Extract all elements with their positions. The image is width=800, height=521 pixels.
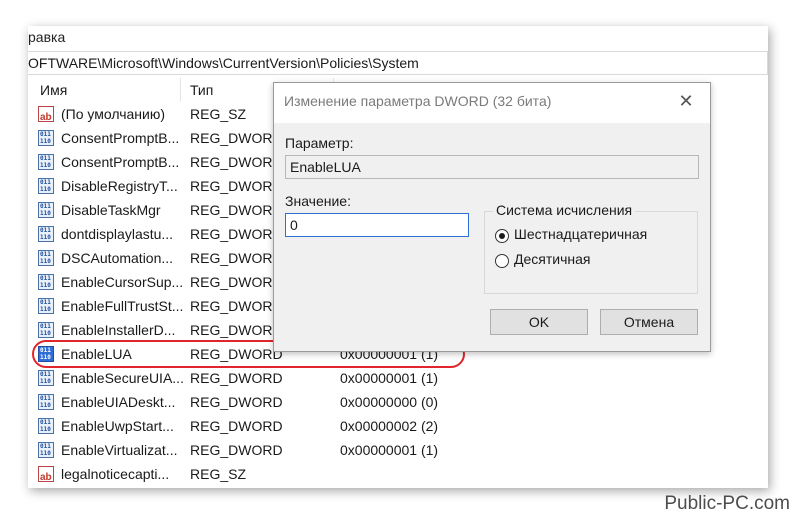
- value-type: REG_DWORD: [190, 322, 283, 338]
- value-data-input[interactable]: 0: [285, 213, 469, 237]
- cancel-button[interactable]: Отмена: [600, 309, 698, 335]
- dword-value-icon: [38, 250, 54, 266]
- address-path: OFTWARE\Microsoft\Windows\CurrentVersion…: [28, 55, 419, 71]
- close-icon[interactable]: ✕: [674, 89, 698, 113]
- value-name: EnableSecureUIA...: [61, 370, 184, 386]
- dword-value-icon: [38, 298, 54, 314]
- value-data: 0x00000001 (1): [340, 442, 439, 458]
- value-name: EnableVirtualizat...: [61, 442, 178, 458]
- watermark: Public-PC.com: [664, 493, 790, 514]
- dword-value-icon: [38, 442, 54, 458]
- dword-value-icon: [38, 178, 54, 194]
- registry-value-row[interactable]: legalnoticecapti... REG_SZ: [28, 462, 768, 488]
- edit-dword-dialog: Изменение параметра DWORD (32 бита) ✕ Па…: [273, 82, 711, 352]
- value-name: ConsentPromptB...: [61, 130, 180, 146]
- value-name: EnableUIADeskt...: [61, 394, 176, 410]
- string-value-icon: [38, 106, 54, 130]
- dword-value-icon: [38, 394, 54, 410]
- dword-value-icon: [38, 130, 54, 146]
- dword-value-icon: [38, 322, 54, 338]
- dword-value-icon: [38, 274, 54, 290]
- value-type: REG_SZ: [190, 106, 247, 122]
- value-name: ConsentPromptB...: [61, 154, 180, 170]
- registry-value-row[interactable]: EnableSecureUIA... REG_DWORD 0x00000001 (1…: [28, 366, 768, 390]
- value-name: (По умолчанию): [61, 106, 166, 122]
- value-type: REG_DWORD: [190, 298, 283, 314]
- dialog-title: Изменение параметра DWORD (32 бита): [284, 93, 552, 109]
- value-name: dontdisplaylastu...: [61, 226, 174, 242]
- param-name-field[interactable]: EnableLUA: [285, 155, 699, 179]
- address-bar[interactable]: OFTWARE\Microsoft\Windows\CurrentVersion…: [28, 51, 768, 75]
- value-name: DisableRegistryT...: [61, 178, 178, 194]
- dword-value-icon: [38, 154, 54, 170]
- param-name-label: Параметр:: [285, 135, 354, 151]
- base-group-label: Система исчисления: [493, 202, 636, 218]
- registry-editor-screenshot: равка OFTWARE\Microsoft\Windows\CurrentV…: [28, 26, 768, 488]
- column-divider[interactable]: [180, 78, 181, 102]
- value-type: REG_DWORD: [190, 370, 283, 386]
- value-name: EnableUwpStart...: [61, 418, 174, 434]
- value-type: REG_SZ: [190, 466, 247, 482]
- value-name: legalnoticecapti...: [61, 466, 170, 482]
- string-value-icon: [38, 466, 54, 488]
- value-data: 0x00000002 (2): [340, 418, 439, 434]
- value-type: REG_DWORD: [190, 178, 283, 194]
- value-name: DSCAutomation...: [61, 250, 174, 266]
- menu-bar: равка: [28, 26, 768, 50]
- value-type: REG_DWORD: [190, 130, 283, 146]
- radio-decimal-label[interactable]: Десятичная: [514, 251, 590, 267]
- column-header-name[interactable]: Имя: [40, 78, 67, 102]
- registry-value-row[interactable]: EnableUIADeskt... REG_DWORD 0x00000000 (0): [28, 390, 768, 414]
- radio-hexadecimal[interactable]: [495, 229, 509, 243]
- radio-hexadecimal-label[interactable]: Шестнадцатеричная: [514, 226, 647, 242]
- registry-value-row[interactable]: EnableVirtualizat... REG_DWORD 0x00000001 …: [28, 438, 768, 462]
- menu-item-help[interactable]: равка: [28, 29, 65, 45]
- dword-value-icon: [38, 370, 54, 386]
- value-type: REG_DWORD: [190, 226, 283, 242]
- column-header-type[interactable]: Тип: [190, 78, 213, 102]
- ok-button[interactable]: OK: [490, 309, 588, 335]
- radio-decimal[interactable]: [495, 254, 509, 268]
- value-type: REG_DWORD: [190, 394, 283, 410]
- dword-value-icon: [38, 418, 54, 434]
- dialog-titlebar: Изменение параметра DWORD (32 бита) ✕: [274, 83, 710, 123]
- value-type: REG_DWORD: [190, 250, 283, 266]
- value-name: EnableInstallerD...: [61, 322, 176, 338]
- dword-value-icon: [38, 226, 54, 242]
- registry-value-row[interactable]: EnableUwpStart... REG_DWORD 0x00000002 (2): [28, 414, 768, 438]
- value-type: REG_DWORD: [190, 274, 283, 290]
- value-data: 0x00000001 (1): [340, 370, 439, 386]
- value-name: EnableFullTrustSt...: [61, 298, 184, 314]
- value-type: REG_DWORD: [190, 154, 283, 170]
- base-groupbox: Система исчисления Шестнадцатеричная Дес…: [484, 202, 698, 294]
- value-name: DisableTaskMgr: [61, 202, 161, 218]
- value-name: EnableCursorSup...: [61, 274, 184, 290]
- dword-value-icon: [38, 202, 54, 218]
- value-data: 0x00000000 (0): [340, 394, 439, 410]
- value-type: REG_DWORD: [190, 202, 283, 218]
- value-type: REG_DWORD: [190, 442, 283, 458]
- value-type: REG_DWORD: [190, 418, 283, 434]
- value-data-label: Значение:: [285, 193, 351, 209]
